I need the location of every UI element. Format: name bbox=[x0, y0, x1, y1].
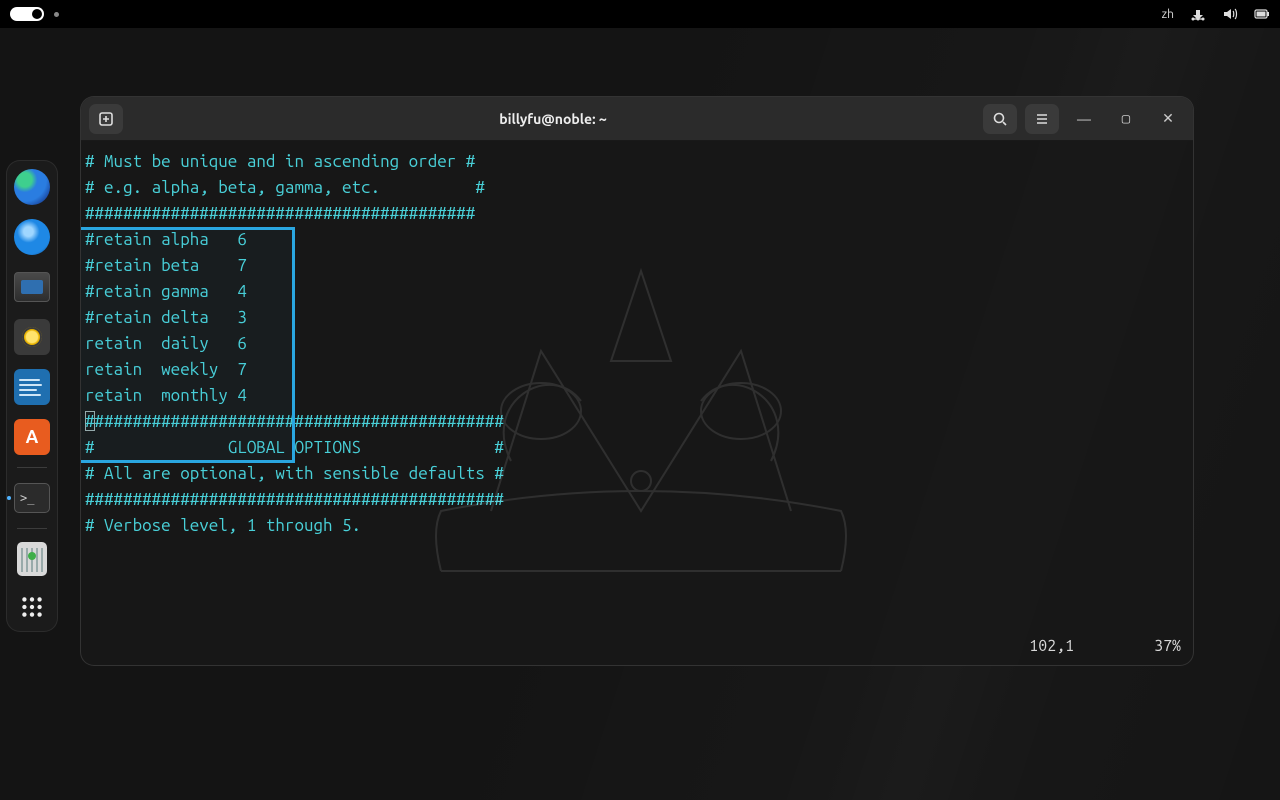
new-tab-button[interactable] bbox=[89, 104, 123, 134]
dock-app-terminal[interactable] bbox=[12, 478, 52, 518]
activities-pill[interactable] bbox=[10, 7, 44, 21]
terminal-title: billyfu@noble: ~ bbox=[131, 111, 975, 127]
dock-app-files[interactable] bbox=[12, 267, 52, 307]
search-button[interactable] bbox=[983, 104, 1017, 134]
dock-separator bbox=[17, 467, 47, 468]
terminal-line: # e.g. alpha, beta, gamma, etc. # bbox=[85, 175, 1189, 201]
terminal-line: #retain beta 7 bbox=[85, 253, 1189, 279]
terminal-line: retain weekly 7 bbox=[85, 357, 1189, 383]
network-icon[interactable] bbox=[1190, 6, 1206, 22]
window-close-button[interactable]: ✕ bbox=[1151, 110, 1185, 127]
terminal-line: # GLOBAL OPTIONS # bbox=[85, 435, 1189, 461]
dock-app-software-store[interactable] bbox=[12, 417, 52, 457]
dock-app-rhythmbox[interactable] bbox=[12, 317, 52, 357]
terminal-line: # Must be unique and in ascending order … bbox=[85, 149, 1189, 175]
vim-status-bar: 102,1 37% bbox=[1029, 633, 1181, 659]
dock-trash[interactable] bbox=[12, 539, 52, 579]
terminal-line: ########################################… bbox=[85, 487, 1189, 513]
terminal-line: retain monthly 4 bbox=[85, 383, 1189, 409]
window-minimize-button[interactable]: — bbox=[1067, 111, 1101, 127]
terminal-line: #retain delta 3 bbox=[85, 305, 1189, 331]
workspace-dot[interactable] bbox=[54, 12, 59, 17]
terminal-line: #retain alpha 6 bbox=[85, 227, 1189, 253]
dock-show-apps[interactable] bbox=[14, 589, 50, 625]
dock-app-edge[interactable] bbox=[12, 167, 52, 207]
volume-icon[interactable] bbox=[1222, 6, 1238, 22]
dock-app-thunderbird[interactable] bbox=[12, 217, 52, 257]
window-maximize-button[interactable]: ▢ bbox=[1109, 111, 1143, 127]
dock-separator bbox=[17, 528, 47, 529]
terminal-line: # All are optional, with sensible defaul… bbox=[85, 461, 1189, 487]
terminal-line: #retain gamma 4 bbox=[85, 279, 1189, 305]
dock-app-libreoffice-writer[interactable] bbox=[12, 367, 52, 407]
terminal-titlebar[interactable]: billyfu@noble: ~ — ▢ ✕ bbox=[81, 97, 1193, 141]
dock-running-indicator bbox=[7, 496, 11, 500]
top-bar: zh bbox=[0, 0, 1280, 28]
terminal-window: billyfu@noble: ~ — ▢ ✕ # Must be unique … bbox=[80, 96, 1194, 666]
vim-cursor-position: 102,1 bbox=[1029, 633, 1074, 659]
terminal-body[interactable]: # Must be unique and in ascending order … bbox=[81, 141, 1193, 665]
terminal-line: retain daily 6 bbox=[85, 331, 1189, 357]
battery-icon[interactable] bbox=[1254, 6, 1270, 22]
hamburger-menu-button[interactable] bbox=[1025, 104, 1059, 134]
terminal-line: ########################################… bbox=[85, 409, 1189, 435]
dock bbox=[6, 160, 58, 632]
input-method-indicator[interactable]: zh bbox=[1162, 8, 1174, 21]
terminal-line: # Verbose level, 1 through 5. bbox=[85, 513, 1189, 539]
vim-scroll-percent: 37% bbox=[1154, 633, 1181, 659]
terminal-line: ########################################… bbox=[85, 201, 1189, 227]
